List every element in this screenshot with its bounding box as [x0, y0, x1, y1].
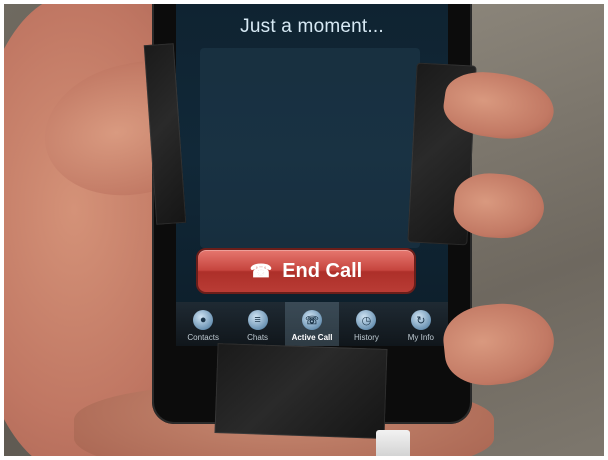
tab-label: History: [353, 333, 379, 342]
chat-bubble-icon: ≡: [247, 310, 268, 330]
end-call-button[interactable]: ☎ End Call: [196, 248, 416, 294]
photo: Just a moment... ☎ End Call ● Contacts ≡…: [4, 4, 604, 456]
phone-screen: Just a moment... ☎ End Call ● Contacts ≡…: [176, 4, 448, 346]
cable-connector: [376, 430, 410, 456]
tab-my-info[interactable]: ↻ My Info: [394, 302, 448, 346]
tab-label: Chats: [247, 333, 269, 342]
tab-contacts[interactable]: ● Contacts: [176, 302, 230, 346]
blurred-pane: [200, 48, 420, 248]
tab-label: Contacts: [187, 333, 219, 342]
tab-bar: ● Contacts ≡ Chats ☏ Active Call ◷ Histo…: [176, 302, 448, 346]
phone-icon: ☏: [302, 310, 323, 330]
handset-icon: ☎: [249, 261, 273, 281]
tab-history[interactable]: ◷ History: [339, 302, 393, 346]
tab-label: Active Call: [291, 333, 333, 342]
status-text: Just a moment...: [240, 16, 384, 37]
tape-bottom: [214, 343, 388, 439]
tab-label: My Info: [407, 333, 434, 342]
end-call-label: End Call: [282, 259, 363, 282]
refresh-icon: ↻: [410, 310, 431, 330]
tab-chats[interactable]: ≡ Chats: [230, 302, 284, 346]
tab-active-call[interactable]: ☏ Active Call: [284, 302, 340, 346]
person-icon: ●: [193, 310, 214, 330]
clock-icon: ◷: [356, 310, 377, 330]
